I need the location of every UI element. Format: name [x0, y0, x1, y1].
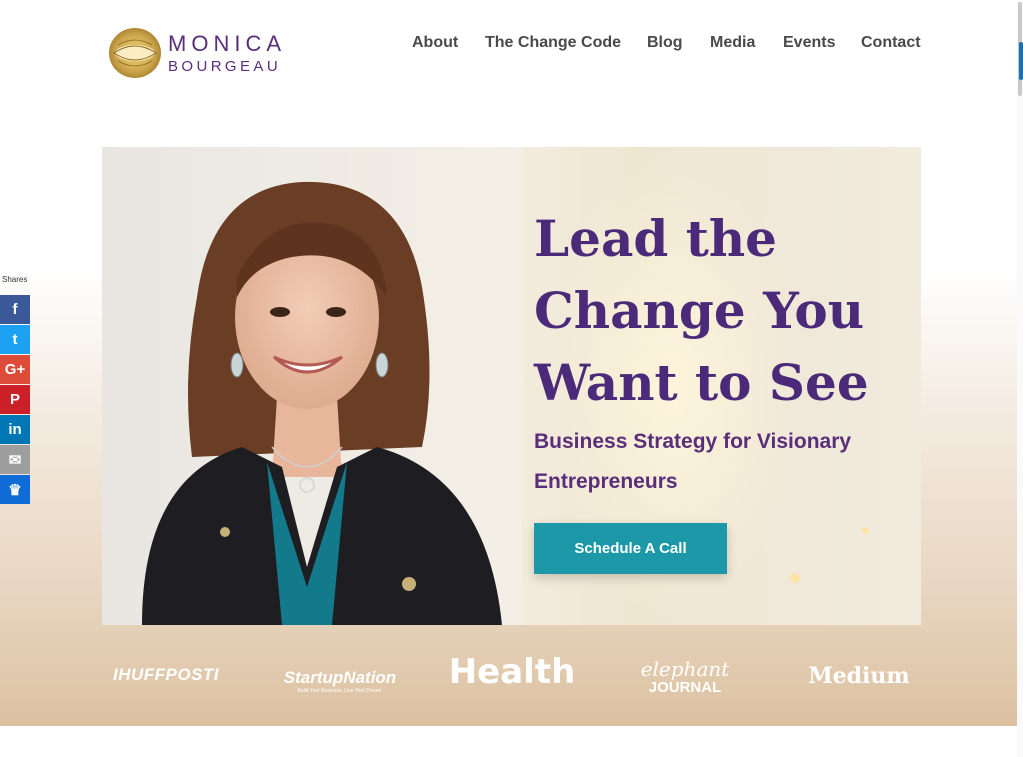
share-linkedin-button[interactable]: in: [0, 415, 30, 444]
journal-wordmark: JOURNAL: [648, 679, 722, 696]
nav-contact[interactable]: Contact: [861, 34, 921, 52]
nav-about[interactable]: About: [412, 34, 458, 52]
nav-the-change-code[interactable]: The Change Code: [485, 34, 621, 52]
nav-media[interactable]: Media: [710, 34, 755, 52]
bokeh-light: [790, 573, 800, 583]
twitter-icon: t: [12, 331, 18, 348]
bokeh-light: [220, 527, 230, 537]
side-accent-tab[interactable]: [1019, 42, 1023, 80]
facebook-icon: f: [12, 301, 18, 318]
email-icon: ✉: [8, 451, 22, 469]
hero-headline: Lead the Change You Want to See: [534, 203, 874, 419]
pinterest-icon: P: [9, 391, 20, 408]
startupnation-logo[interactable]: StartupNation Build Your Business. Live …: [280, 652, 400, 694]
schedule-call-button[interactable]: Schedule A Call: [534, 523, 727, 574]
headline-line-3: Want to See: [534, 353, 869, 412]
hero-banner: Lead the Change You Want to See Business…: [102, 147, 921, 625]
portrait-photo: [102, 147, 522, 625]
startupnation-tagline: Build Your Business. Live Your Dream.: [297, 688, 383, 694]
health-logo[interactable]: Health: [447, 652, 577, 692]
startupnation-wordmark: StartupNation: [283, 668, 397, 687]
press-logos-strip: IHUFFPOSTI StartupNation Build Your Busi…: [102, 630, 921, 726]
bokeh-light: [402, 577, 416, 591]
share-pinterest-button[interactable]: P: [0, 385, 30, 414]
share-sumome-button[interactable]: ♛: [0, 475, 30, 504]
headline-line-1: Lead the: [534, 209, 777, 268]
share-google-plus-button[interactable]: G+: [0, 355, 30, 384]
sumome-icon: ♛: [8, 481, 22, 499]
logo-name-first: MONICA: [168, 31, 286, 56]
medium-logo[interactable]: Medium: [799, 663, 919, 689]
elephant-wordmark: elephant: [640, 657, 730, 681]
nav-events[interactable]: Events: [783, 34, 835, 52]
logo-name-last: BOURGEAU: [168, 58, 282, 75]
headline-line-2: Change You: [534, 281, 865, 340]
share-twitter-button[interactable]: t: [0, 325, 30, 354]
linkedin-icon: in: [8, 421, 22, 438]
nav-blog[interactable]: Blog: [647, 34, 683, 52]
elephant-journal-logo[interactable]: elephant JOURNAL: [630, 648, 740, 696]
hero-subheadline: Business Strategy for Visionary Entrepre…: [534, 430, 852, 493]
site-logo[interactable]: MONICA BOURGEAU: [108, 27, 288, 81]
page-scrollbar[interactable]: [1017, 0, 1023, 757]
huffpost-logo[interactable]: IHUFFPOSTI: [106, 665, 226, 685]
share-facebook-button[interactable]: f: [0, 295, 30, 324]
google-plus-icon: G+: [4, 361, 26, 378]
share-email-button[interactable]: ✉: [0, 445, 30, 474]
bokeh-light: [862, 527, 869, 534]
logo-mark-icon: [109, 28, 161, 78]
shares-label: Shares: [2, 275, 28, 284]
